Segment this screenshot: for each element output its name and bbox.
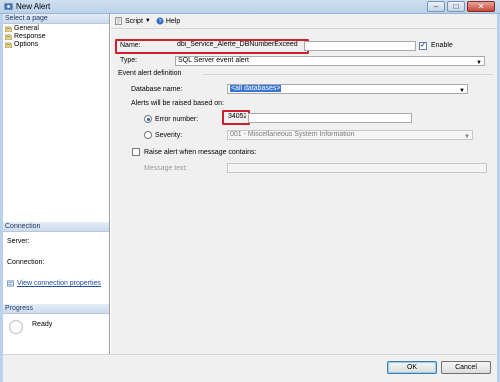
view-connection-properties-link[interactable]: View connection properties [17,280,101,287]
title-bar: New Alert – □ ✕ [0,0,500,14]
message-text-input[interactable] [227,163,487,173]
bottom-bar: OK Cancel [3,354,497,382]
help-button[interactable]: ? Help [156,17,180,25]
error-number-radio[interactable] [144,115,152,123]
progress-status: Ready [32,320,53,328]
right-pane: Script ▼ ? Help Name: dbi_Service_Alerte… [111,14,497,354]
database-name-value: <all databases> [230,85,282,92]
maximize-button[interactable]: □ [447,1,465,12]
enable-label: Enable [431,42,453,49]
severity-radio[interactable] [144,131,152,139]
severity-select[interactable]: 001 - Miscellaneous System Information ▼ [227,130,473,140]
connection-header: Connection [3,222,109,232]
name-label: Name: [120,42,141,49]
view-connection-properties[interactable]: View connection properties [3,280,109,287]
script-icon [115,17,122,25]
severity-select-value: 001 - Miscellaneous System Information [230,131,355,138]
page-item-options[interactable]: Options [3,41,109,49]
toolbar: Script ▼ ? Help [111,14,497,29]
left-pane: Select a page General Response Options C… [3,14,110,354]
page-list: General Response Options [3,24,109,224]
chevron-down-icon[interactable]: ▼ [459,87,465,95]
connection-label: Connection: [7,259,45,266]
database-name-label: Database name: [131,86,183,93]
chevron-down-icon[interactable]: ▼ [476,59,482,67]
raised-based-on-label: Alerts will be raised based on: [131,100,224,107]
message-text-label: Message text: [144,165,188,172]
minimize-button[interactable]: – [427,1,445,12]
progress-spinner-icon [8,319,24,335]
type-label: Type: [120,57,138,64]
enable-checkbox[interactable]: ✓ [419,42,427,50]
page-item-label: Response [14,33,46,40]
progress-section: Progress Ready [3,304,109,335]
connection-section: Connection Server: Connection: View conn… [3,222,109,287]
raise-when-contains-checkbox[interactable] [132,148,140,156]
name-input-trailing[interactable] [304,41,416,51]
chevron-down-icon[interactable]: ▼ [145,18,151,24]
database-name-select[interactable]: <all databases> ▼ [227,84,468,94]
help-label: Help [165,17,181,25]
connection-properties-icon [7,280,14,287]
error-number-input-trailing[interactable] [248,113,412,123]
help-icon: ? [156,17,164,25]
page-item-label: Options [14,41,39,48]
group-divider [203,74,493,75]
close-button[interactable]: ✕ [467,1,495,12]
chevron-down-icon[interactable]: ▼ [464,133,470,141]
cancel-button[interactable]: Cancel [441,361,491,374]
script-label: Script [125,17,143,25]
page-item-response[interactable]: Response [3,33,109,41]
page-icon [5,42,12,48]
progress-header: Progress [3,304,109,314]
severity-label: Severity: [155,132,183,139]
svg-text:?: ? [158,19,161,25]
event-alert-definition-heading: Event alert definition [118,70,182,77]
error-number-input[interactable]: 34052 [226,113,246,123]
script-button[interactable]: Script ▼ [115,17,151,25]
window-title: New Alert [16,2,51,11]
error-number-label: Error number: [155,116,199,123]
type-select-value: SQL Server event alert [178,57,249,64]
raise-when-contains-label: Raise alert when message contains: [144,149,257,156]
page-icon [5,26,12,32]
alert-window-icon [4,3,13,10]
page-item-label: General [14,25,39,32]
page-icon [5,34,12,40]
server-label: Server: [7,238,30,245]
ok-button[interactable]: OK [387,361,437,374]
select-page-header: Select a page [3,14,109,24]
type-select[interactable]: SQL Server event alert ▼ [175,56,485,66]
page-item-general[interactable]: General [3,25,109,33]
